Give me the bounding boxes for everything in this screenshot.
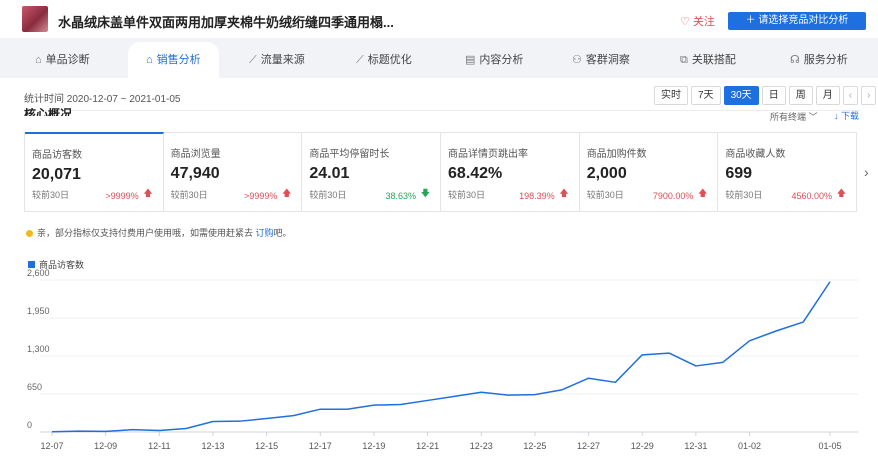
analysis-tabs: ⌂ 单品诊断 ⌂ 销售分析 ⟋ 流量来源 ⟋ 标题优化 ▤ 内容分析 ⚇ 客群洞察 ⧉ 关联搭配 ☊ 服务分析 (0, 42, 878, 78)
follow-button[interactable]: ♡ 关注 (680, 13, 715, 29)
tab-6[interactable]: ⧉ 关联搭配 (680, 42, 736, 78)
tab-2[interactable]: ⟋ 流量来源 (249, 42, 305, 78)
x-tick-label: 12-25 (523, 441, 546, 451)
data-point[interactable] (371, 403, 376, 408)
data-point[interactable] (452, 394, 457, 399)
data-point[interactable] (345, 407, 350, 412)
x-tick-label: 12-19 (362, 441, 385, 451)
x-tick-label: 12-13 (201, 441, 224, 451)
main-panel: 统计时间 2020-12-07 ~ 2021-01-05 实时 7天 30天日周月 ‹… (0, 78, 878, 467)
y-tick-label: 2,600 (27, 268, 50, 278)
data-point[interactable] (559, 387, 564, 392)
data-point[interactable] (801, 320, 806, 325)
x-tick-label: 12-29 (631, 441, 654, 451)
tab-5[interactable]: ⚇ 客群洞察 (572, 42, 630, 78)
x-tick-label: 12-31 (684, 441, 707, 451)
x-tick-label: 12-17 (309, 441, 332, 451)
data-point[interactable] (586, 376, 591, 381)
tab-1[interactable]: ⌂ 销售分析 (128, 42, 219, 78)
data-point[interactable] (210, 419, 215, 424)
product-title[interactable]: 水晶绒床盖单件双面两用加厚夹棉牛奶绒绗缝四季通用榻... (58, 12, 394, 31)
x-tick-label: 12-09 (94, 441, 117, 451)
data-point[interactable] (398, 402, 403, 407)
data-point[interactable] (237, 419, 242, 424)
visitor-line-chart[interactable]: 0 650 1,300 1,950 2,600 12-07 12-09 12-11 12-13 1… (0, 78, 878, 467)
product-thumbnail[interactable] (22, 6, 48, 32)
tab-7[interactable]: ☊ 服务分析 (790, 42, 848, 78)
data-point[interactable] (425, 398, 430, 403)
data-point[interactable] (76, 429, 81, 434)
x-tick-label: 12-11 (148, 441, 170, 451)
data-point[interactable] (613, 380, 618, 385)
tab-0[interactable]: ⌂ 单品诊断 (35, 42, 90, 78)
y-tick-label: 0 (27, 420, 32, 430)
data-point[interactable] (479, 390, 484, 395)
data-point[interactable] (50, 429, 55, 434)
link-icon: ⧉ (680, 54, 688, 66)
tab-label: 内容分析 (479, 54, 524, 66)
cart-icon: ⌂ (146, 54, 153, 66)
product-icon: ⌂ (35, 54, 42, 66)
data-point[interactable] (720, 360, 725, 365)
tab-label: 服务分析 (803, 54, 848, 66)
y-tick-label: 650 (27, 382, 42, 392)
y-tick-label: 1,950 (27, 306, 50, 316)
headset-icon: ☊ (790, 54, 800, 66)
x-tick-label: 01-02 (738, 441, 761, 451)
tab-label: 关联搭配 (691, 54, 736, 66)
x-tick-label: 12-15 (255, 441, 278, 451)
product-header: 水晶绒床盖单件双面两用加厚夹棉牛奶绒绗缝四季通用榻... ♡ 关注 ＋ 请选择竞品… (0, 0, 878, 38)
series-line[interactable] (51, 281, 831, 433)
tab-label: 标题优化 (367, 54, 412, 66)
tab-label: 客群洞察 (585, 54, 630, 66)
data-point[interactable] (667, 351, 672, 356)
add-competitor-compare-button[interactable]: ＋ 请选择竞品对比分析 (728, 12, 866, 30)
users-icon: ⚇ (572, 54, 582, 66)
data-point[interactable] (774, 328, 779, 333)
heart-icon: ♡ (680, 16, 690, 28)
trend-icon: ⟋ (356, 54, 364, 66)
data-point[interactable] (318, 407, 323, 412)
trend-icon: ⟋ (249, 54, 257, 66)
tab-3[interactable]: ⟋ 标题优化 (356, 42, 412, 78)
tab-label: 单品诊断 (45, 54, 90, 66)
x-tick-label: 12-23 (470, 441, 493, 451)
document-icon: ▤ (465, 54, 476, 66)
x-tick-label: 01-05 (818, 441, 841, 451)
data-point[interactable] (157, 428, 162, 433)
tab-label: 流量来源 (260, 54, 305, 66)
data-point[interactable] (828, 279, 833, 284)
data-point[interactable] (693, 363, 698, 368)
tab-4[interactable]: ▤ 内容分析 (465, 42, 523, 78)
data-point[interactable] (291, 413, 296, 418)
x-tick-label: 12-21 (416, 441, 439, 451)
x-tick-label: 12-07 (40, 441, 63, 451)
y-tick-label: 1,300 (27, 344, 50, 354)
data-point[interactable] (103, 429, 108, 434)
data-point[interactable] (747, 338, 752, 343)
data-point[interactable] (184, 426, 189, 431)
data-point[interactable] (130, 427, 135, 432)
data-point[interactable] (264, 416, 269, 421)
tab-label: 销售分析 (156, 54, 201, 66)
data-point[interactable] (640, 352, 645, 357)
follow-label: 关注 (692, 16, 715, 28)
data-point[interactable] (532, 392, 537, 397)
data-point[interactable] (506, 393, 511, 398)
x-tick-label: 12-27 (577, 441, 600, 451)
